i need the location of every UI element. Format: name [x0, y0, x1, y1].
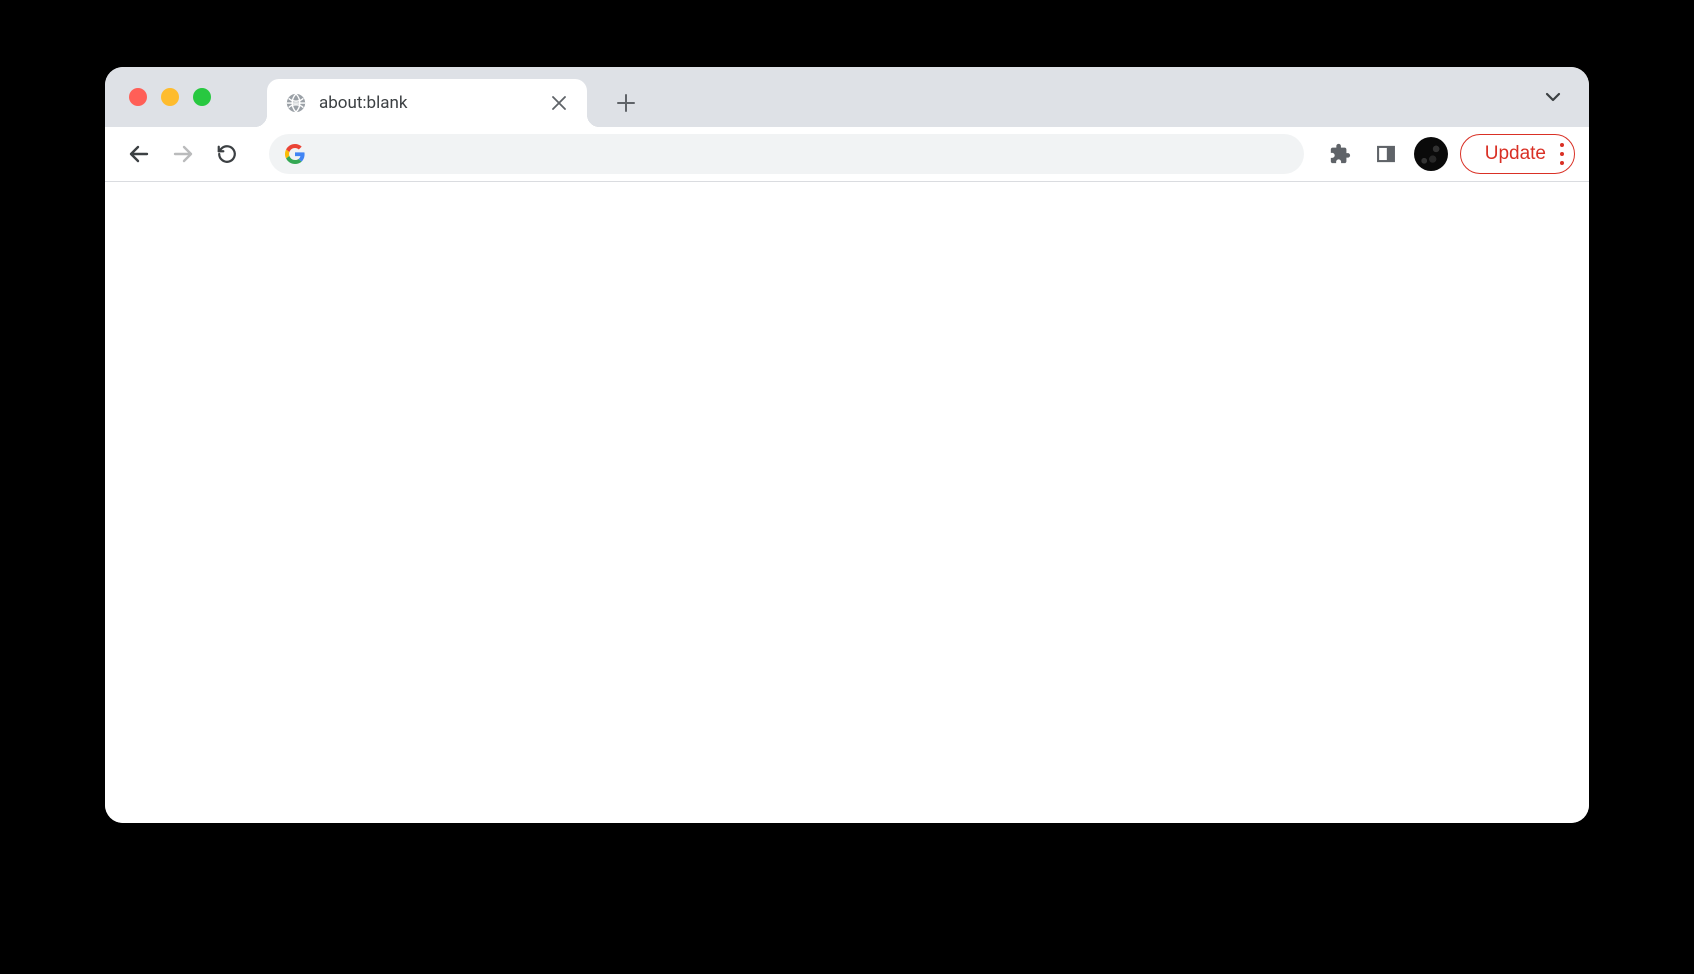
arrow-right-icon — [171, 142, 195, 166]
window-minimize-button[interactable] — [161, 88, 179, 106]
side-panel-button[interactable] — [1366, 134, 1406, 174]
more-icon — [1560, 143, 1564, 165]
toolbar: Update — [105, 127, 1589, 182]
page-content — [105, 182, 1589, 823]
reload-button[interactable] — [207, 134, 247, 174]
address-bar[interactable] — [269, 134, 1304, 174]
new-tab-button[interactable] — [607, 84, 645, 122]
close-icon — [552, 96, 566, 110]
tab[interactable]: about:blank — [267, 79, 587, 127]
plus-icon — [616, 93, 636, 113]
browser-window: about:blank — [105, 67, 1589, 823]
tab-close-button[interactable] — [549, 93, 569, 113]
panel-icon — [1376, 144, 1396, 164]
puzzle-icon — [1329, 143, 1351, 165]
reload-icon — [216, 143, 238, 165]
arrow-left-icon — [127, 142, 151, 166]
forward-button[interactable] — [163, 134, 203, 174]
window-close-button[interactable] — [129, 88, 147, 106]
address-input[interactable] — [315, 144, 1288, 164]
update-label: Update — [1485, 143, 1546, 165]
update-button[interactable]: Update — [1460, 134, 1575, 174]
toolbar-right: Update — [1320, 134, 1575, 174]
google-icon — [285, 144, 305, 164]
back-button[interactable] — [119, 134, 159, 174]
chevron-down-icon — [1544, 88, 1562, 106]
profile-avatar[interactable] — [1414, 137, 1448, 171]
tab-bar: about:blank — [105, 67, 1589, 127]
traffic-lights — [129, 88, 211, 106]
tabs-dropdown-button[interactable] — [1537, 81, 1569, 113]
window-maximize-button[interactable] — [193, 88, 211, 106]
globe-icon — [285, 92, 307, 114]
extensions-button[interactable] — [1320, 134, 1360, 174]
tab-title: about:blank — [319, 93, 549, 113]
